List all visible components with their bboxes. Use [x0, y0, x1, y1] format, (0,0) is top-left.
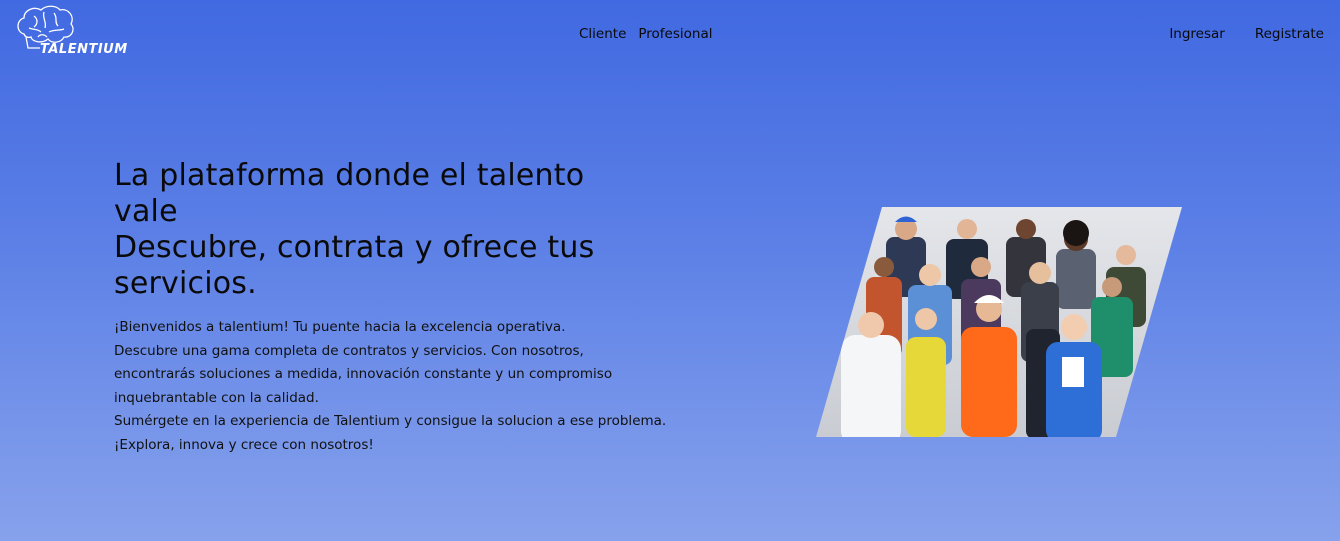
hero-image [816, 207, 1182, 437]
logo-text: TALENTIUM [40, 42, 128, 57]
nav-link-profesional[interactable]: Profesional [638, 26, 712, 42]
auth-nav: Ingresar Registrate [1169, 26, 1324, 42]
hero-description-line: Sumérgete en la experiencia de Talentium… [114, 413, 667, 429]
group-of-professionals-photo [816, 207, 1182, 437]
hero-description-line: Descubre una gama completa de contratos … [114, 342, 584, 359]
login-link[interactable]: Ingresar [1169, 26, 1225, 42]
hero-title-line: La plataforma donde el talento [114, 158, 585, 193]
hero-title-line: servicios. [114, 266, 257, 301]
hero-description-line: encontrarás soluciones a medida, innovac… [114, 366, 613, 382]
register-link[interactable]: Registrate [1255, 26, 1324, 42]
main-nav: Cliente Profesional [579, 26, 713, 42]
hero-title-line: Descubre, contrata y ofrece tus [114, 230, 595, 265]
hero-title-line: vale [114, 194, 178, 229]
hero-description: ¡Bienvenidos a talentium! Tu puente haci… [114, 316, 714, 457]
hero-description-line: ¡Bienvenidos a talentium! Tu puente haci… [114, 319, 566, 335]
hero-title: La plataforma donde el talento vale Desc… [114, 158, 674, 302]
hero-description-line: inquebrantable con la calidad. [114, 389, 319, 406]
hero-description-line: ¡Explora, innova y crece con nosotros! [114, 436, 374, 453]
nav-link-cliente[interactable]: Cliente [579, 26, 626, 42]
talentium-logo[interactable]: TALENTIUM [14, 4, 154, 60]
